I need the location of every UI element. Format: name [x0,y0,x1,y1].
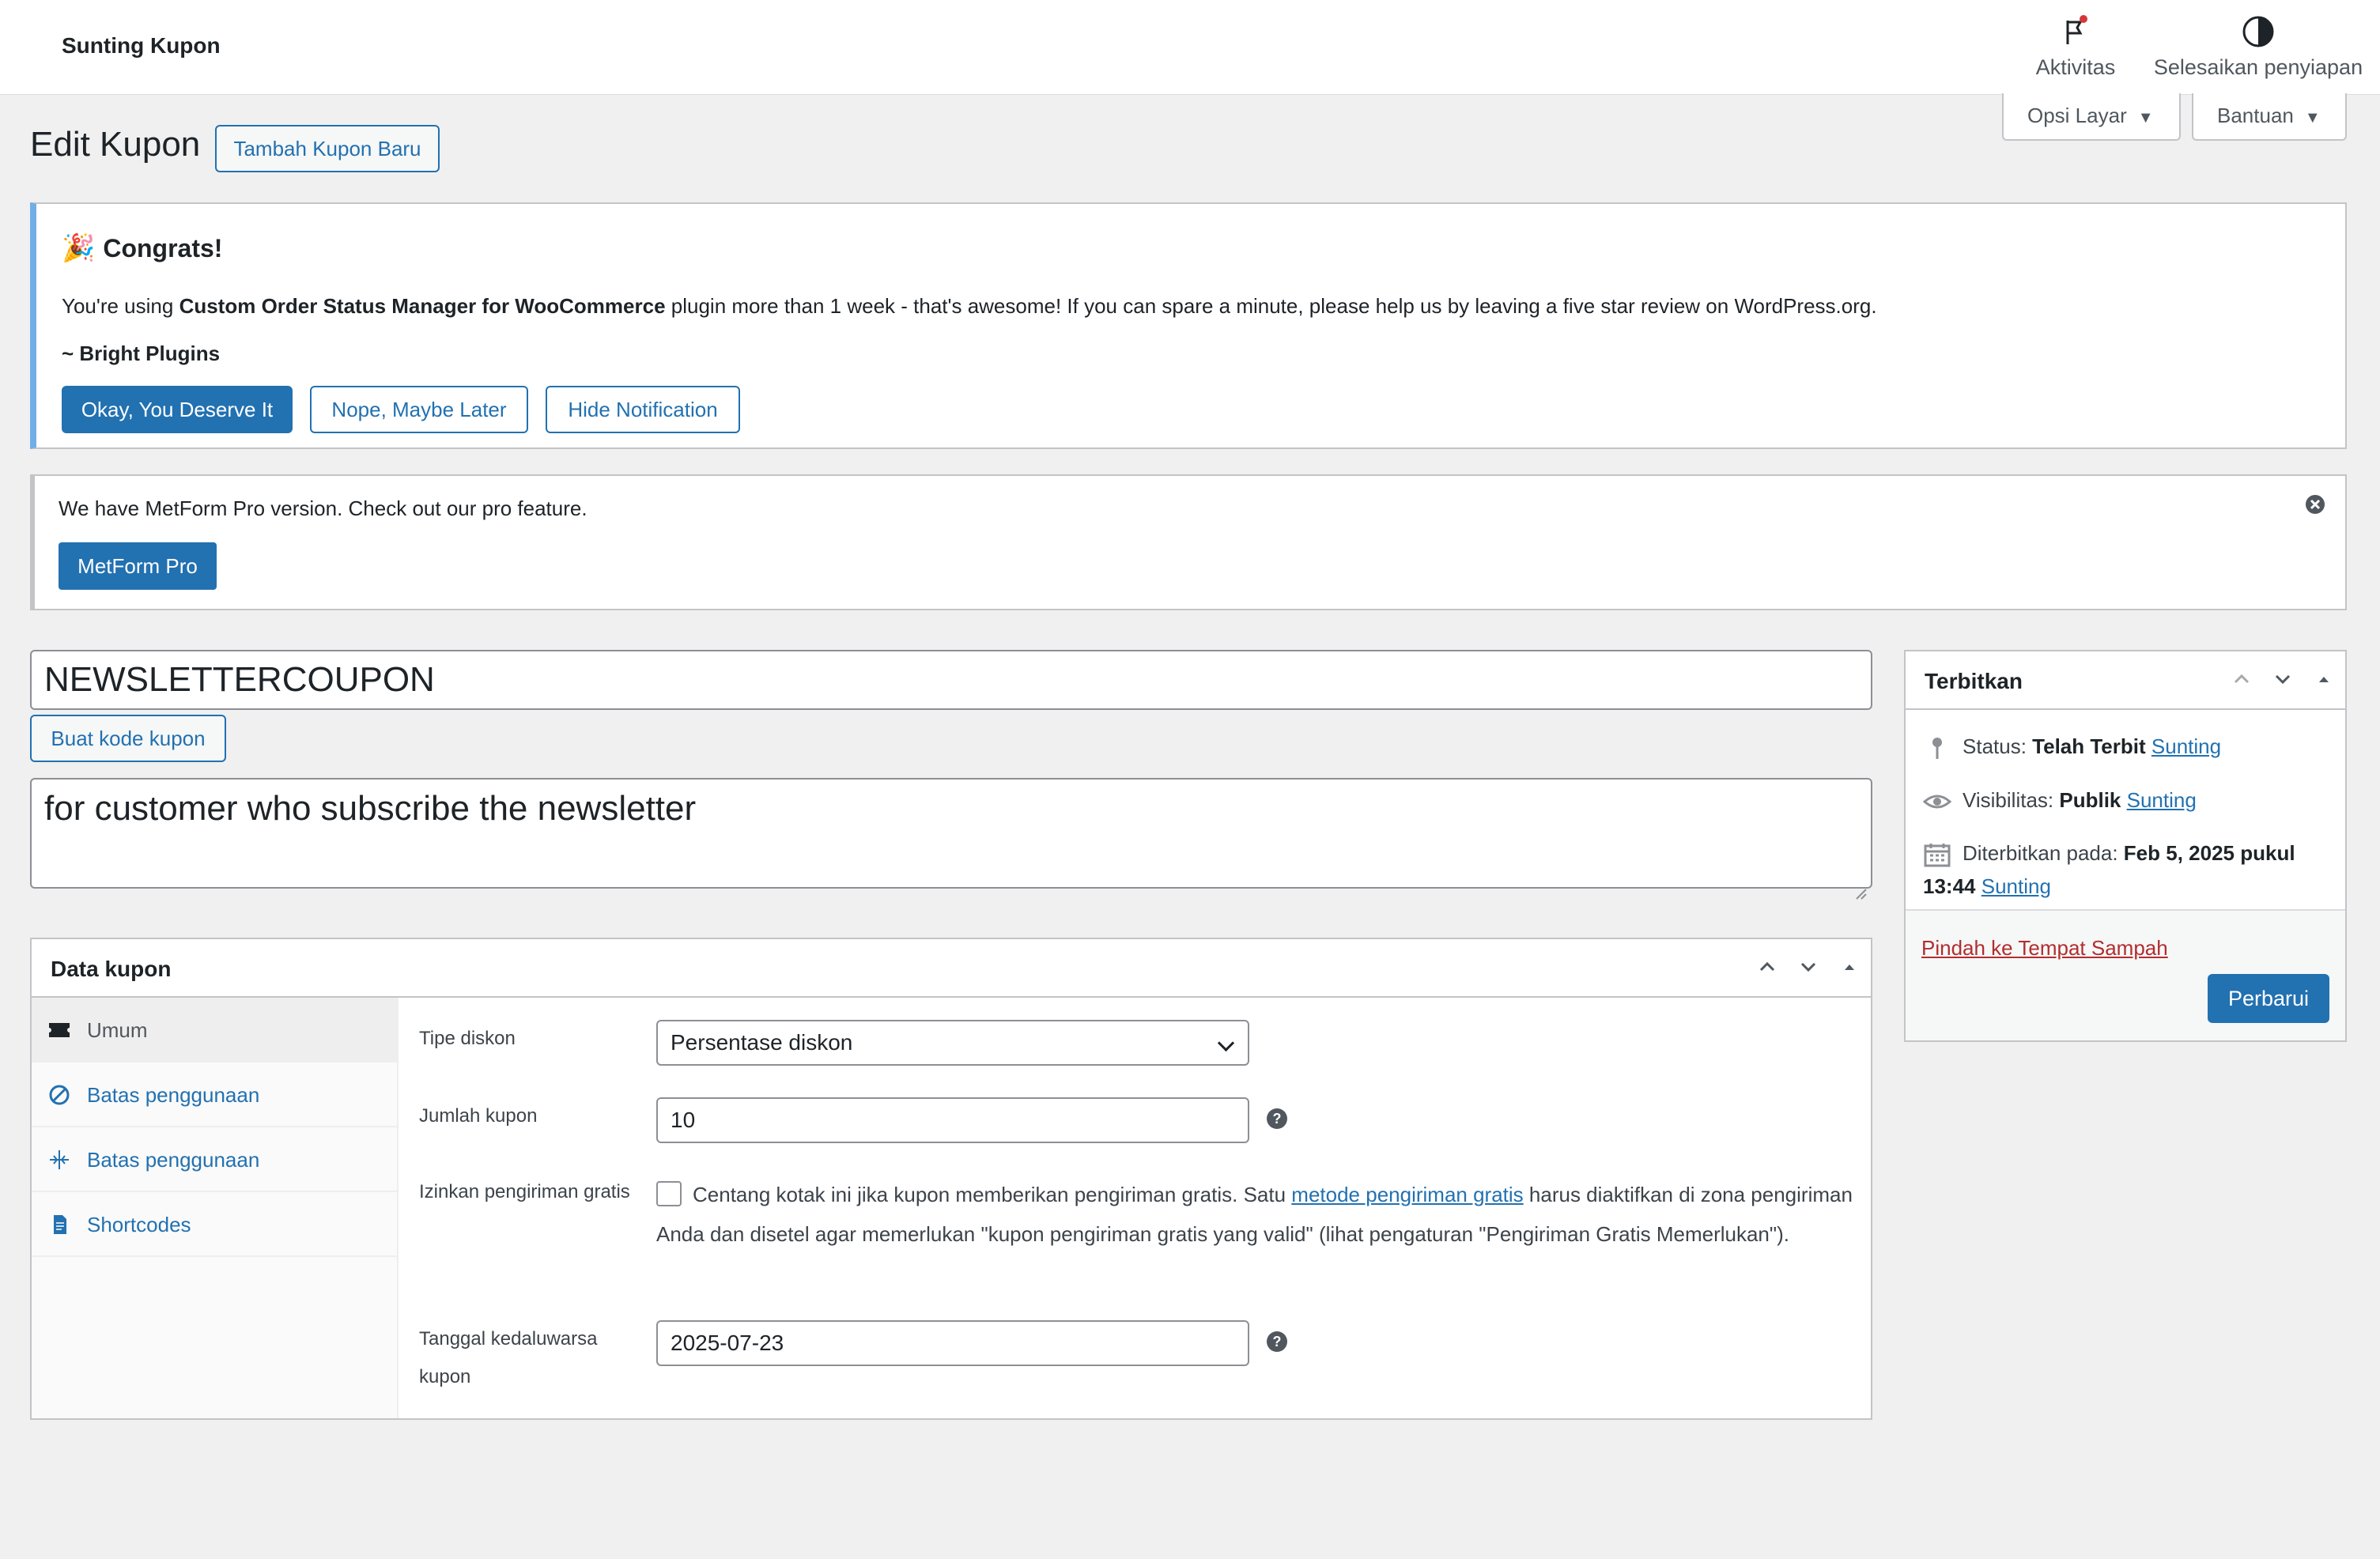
metform-message: We have MetForm Pro version. Check out o… [59,496,587,520]
discount-type-select[interactable]: Persentase diskon [656,1020,1249,1066]
tab-usage-restriction-label: Batas penggunaan [87,1083,260,1107]
resize-grip-icon[interactable] [1853,870,1868,900]
congrats-message: You're using Custom Order Status Manager… [62,294,1877,319]
publish-header: Terbitkan [1906,651,2345,710]
expiry-date-label-line2: kupon [419,1366,471,1387]
chevron-up-icon[interactable] [2230,667,2253,691]
flag-icon [2058,14,2093,49]
calendar-icon [1923,842,1951,867]
restriction-icon [47,1083,71,1107]
edit-date-link[interactable]: Sunting [1981,874,2051,898]
publish-status-row: Status: Telah Terbit Sunting [1923,730,2334,762]
finish-setup-button[interactable]: Selesaikan penyiapan [2148,14,2369,80]
document-icon [47,1213,71,1236]
metform-notice: We have MetForm Pro version. Check out o… [30,474,2347,610]
edit-status-link[interactable]: Sunting [2151,734,2221,758]
coupon-amount-input[interactable]: 10 [656,1097,1249,1143]
coupon-description-textarea[interactable]: for customer who subscribe the newslette… [30,778,1872,900]
congrats-title: 🎉 Congrats! [62,232,222,264]
discount-type-value: Persentase diskon [671,1030,853,1055]
tab-general-label: Umum [87,1018,148,1042]
congrats-signature: ~ Bright Plugins [62,342,221,365]
coupon-data-tabs: Umum Batas penggunaan Batas penggunaan S… [32,998,399,1418]
dismiss-icon[interactable] [2304,493,2326,515]
maybe-later-button[interactable]: Nope, Maybe Later [310,386,528,433]
coupon-code-input[interactable]: NEWSLETTERCOUPON [30,650,1872,710]
hide-notification-button[interactable]: Hide Notification [546,386,740,433]
congrats-plugin-name: Custom Order Status Manager for WooComme… [179,294,666,318]
screen-options-label: Opsi Layar [2027,104,2127,127]
coupon-description-text: for customer who subscribe the newslette… [44,789,697,828]
add-new-coupon-button[interactable]: Tambah Kupon Baru [215,125,440,172]
coupon-data-title: Data kupon [51,957,172,981]
update-button[interactable]: Perbarui [2208,974,2329,1023]
okay-deserve-button[interactable]: Okay, You Deserve It [62,386,293,433]
chevron-down-icon[interactable] [1796,955,1820,979]
screen-options-tab[interactable]: Opsi Layar ▼ [2002,93,2181,141]
expiry-date-label: Tanggal kedaluwarsa kupon [419,1320,597,1396]
discount-type-label: Tipe diskon [419,1028,516,1049]
ticket-icon [47,1018,71,1042]
publish-title: Terbitkan [1925,669,2023,693]
publish-date-row: Diterbitkan pada: Feb 5, 2025 pukul 13:4… [1923,836,2334,903]
congrats-msg-post: plugin more than 1 week - that's awesome… [665,294,1877,318]
publish-box: Terbitkan Status: Telah Terbit Sunting V… [1904,650,2347,1042]
limit-icon [47,1148,71,1172]
publish-actions: Pindah ke Tempat Sampah Perbarui [1906,909,2345,1040]
move-to-trash-link[interactable]: Pindah ke Tempat Sampah [1921,936,2168,961]
visibility-label: Visibilitas: [1963,788,2060,812]
caret-down-icon: ▼ [2304,109,2321,126]
caret-down-icon: ▼ [2137,109,2154,126]
tab-shortcodes-label: Shortcodes [87,1213,191,1236]
free-shipping-label: Izinkan pengiriman gratis [419,1181,630,1202]
eye-icon [1922,789,1952,814]
chevron-up-icon[interactable] [1755,955,1779,979]
published-label: Diterbitkan pada: [1963,841,2124,865]
pin-icon [1923,735,1951,761]
page-title: Edit Kupon [30,125,201,164]
coupon-amount-label: Jumlah kupon [419,1105,538,1127]
coupon-data-box: Data kupon Umum Batas penggunaan Batas p… [30,938,1872,1420]
coupon-data-header: Data kupon [32,939,1871,998]
tab-general[interactable]: Umum [32,998,397,1063]
collapse-triangle-icon[interactable] [1838,955,1861,979]
help-tip-icon[interactable]: ? [1267,1331,1287,1352]
visibility-value: Publik [2059,788,2121,812]
half-circle-icon [2241,14,2276,49]
free-shipping-description: Centang kotak ini jika kupon memberikan … [656,1175,1858,1254]
finish-setup-label: Selesaikan penyiapan [2153,55,2363,79]
top-bar: Sunting Kupon Aktivitas Selesaikan penyi… [0,0,2380,95]
help-tab[interactable]: Bantuan ▼ [2192,93,2347,141]
status-value: Telah Terbit [2032,734,2146,758]
generate-coupon-code-button[interactable]: Buat kode kupon [30,715,226,762]
congrats-title-text: Congrats! [103,234,223,262]
activity-label: Aktivitas [2035,55,2116,79]
tab-shortcodes[interactable]: Shortcodes [32,1192,397,1257]
free-shipping-method-link[interactable]: metode pengiriman gratis [1291,1183,1523,1206]
congrats-msg-pre: You're using [62,294,179,318]
edit-visibility-link[interactable]: Sunting [2127,788,2197,812]
help-label: Bantuan [2217,104,2294,127]
expiry-date-input[interactable]: 2025-07-23 [656,1320,1249,1366]
tab-usage-restriction[interactable]: Batas penggunaan [32,1063,397,1127]
chevron-down-icon[interactable] [2271,667,2295,691]
tab-usage-limits[interactable]: Batas penggunaan [32,1127,397,1192]
free-shipping-text-pre: Centang kotak ini jika kupon memberikan … [693,1183,1292,1206]
expiry-date-label-line1: Tanggal kedaluwarsa [419,1328,598,1349]
page-header-title: Sunting Kupon [62,33,221,58]
congrats-notice: 🎉 Congrats! You're using Custom Order Sta… [30,202,2347,449]
metform-pro-button[interactable]: MetForm Pro [59,542,217,590]
status-label: Status: [1963,734,2033,758]
tab-usage-limits-label: Batas penggunaan [87,1148,260,1172]
activity-button[interactable]: Aktivitas [2024,14,2127,80]
collapse-triangle-icon[interactable] [2312,667,2336,691]
party-popper-icon: 🎉 [62,233,96,263]
publish-visibility-row: Visibilitas: Publik Sunting [1922,784,2334,816]
help-tip-icon[interactable]: ? [1267,1108,1287,1129]
